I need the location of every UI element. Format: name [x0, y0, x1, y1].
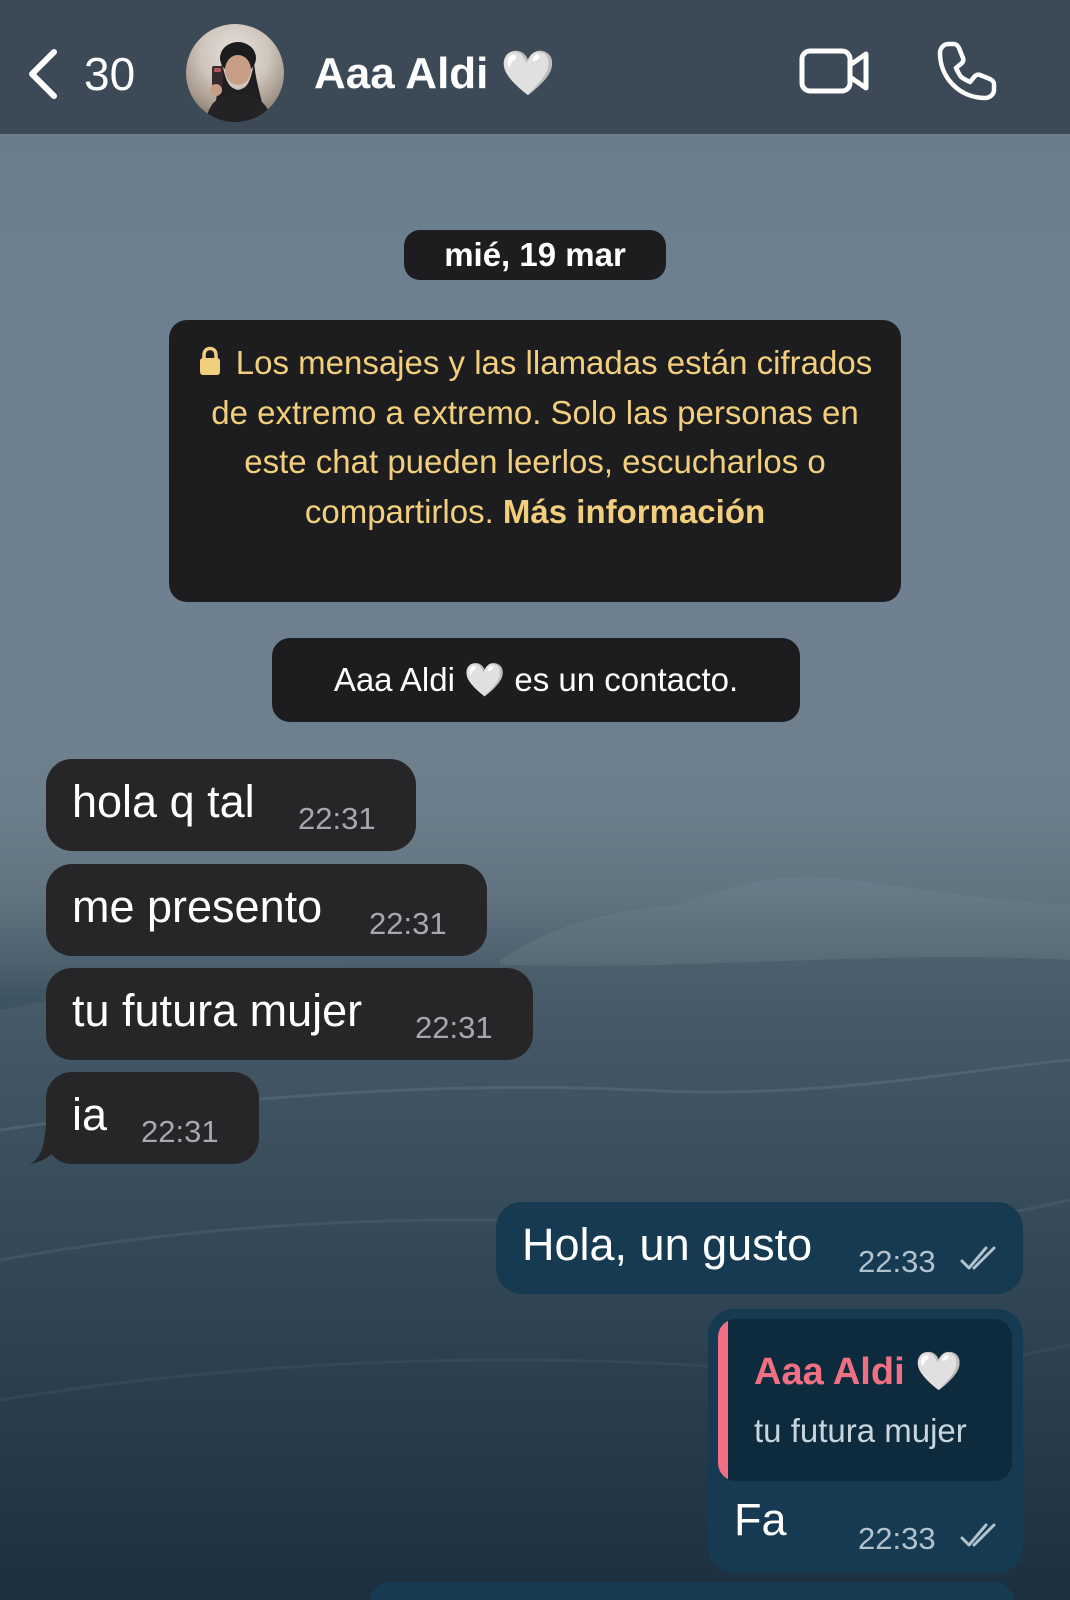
outgoing-message[interactable]: Hola, un gusto 22:33	[496, 1202, 1023, 1294]
message-time: 22:31	[415, 1010, 493, 1045]
contact-notice-name: Aaa Aldi	[333, 661, 455, 698]
incoming-message[interactable]: tu futura mujer 22:31	[46, 968, 533, 1060]
chat-screen: 30 Aaa Aldi 🤍 mié, 19 mar Los mensajes y…	[0, 0, 1070, 1600]
message-text: Hola, un gusto	[522, 1219, 813, 1270]
incoming-message[interactable]: ia 22:31	[46, 1072, 259, 1164]
contact-notice: Aaa Aldi 🤍 es un contacto.	[272, 638, 800, 722]
heart-emoji: 🤍	[915, 1351, 963, 1393]
avatar[interactable]	[186, 24, 284, 122]
contact-notice-suffix: es un contacto.	[514, 661, 739, 698]
quoted-author-name: Aaa Aldi	[754, 1351, 905, 1393]
quoted-message[interactable]: Aaa Aldi 🤍 tu futura mujer	[718, 1319, 1012, 1481]
quoted-text: tu futura mujer	[754, 1412, 967, 1449]
video-call-icon[interactable]	[798, 42, 870, 100]
chevron-left-icon[interactable]	[24, 48, 60, 100]
quoted-author: Aaa Aldi 🤍	[754, 1349, 963, 1395]
lock-icon	[199, 346, 220, 375]
message-text: hola q tal	[72, 776, 255, 827]
message-text: me presento	[72, 881, 323, 932]
outgoing-message-partial[interactable]	[370, 1582, 1014, 1600]
unread-count[interactable]: 30	[84, 46, 135, 102]
more-info-link[interactable]: Más información	[503, 493, 765, 530]
double-check-icon	[960, 1523, 996, 1547]
heart-emoji: 🤍	[500, 49, 556, 98]
outgoing-reply-message[interactable]: Aaa Aldi 🤍 tu futura mujer Fa 22:33	[708, 1309, 1023, 1573]
incoming-message[interactable]: hola q tal 22:31	[46, 759, 416, 851]
incoming-message[interactable]: me presento 22:31	[46, 864, 487, 956]
heart-emoji: 🤍	[464, 661, 506, 698]
contact-name-text: Aaa Aldi	[314, 49, 489, 98]
message-text: Fa	[734, 1494, 787, 1545]
message-time: 22:33	[858, 1521, 936, 1556]
phone-call-icon[interactable]	[934, 38, 998, 104]
quote-accent-bar	[718, 1319, 728, 1481]
double-check-icon	[960, 1246, 996, 1270]
date-separator: mié, 19 mar	[404, 230, 666, 280]
encryption-notice[interactable]: Los mensajes y las llamadas están cifrad…	[169, 320, 901, 602]
message-time: 22:31	[141, 1114, 219, 1149]
message-time: 22:31	[369, 906, 447, 941]
message-text: ia	[72, 1089, 108, 1140]
message-time: 22:31	[298, 801, 376, 836]
message-text: tu futura mujer	[72, 985, 363, 1036]
contact-name[interactable]: Aaa Aldi 🤍	[314, 46, 555, 102]
chat-header: 30 Aaa Aldi 🤍	[0, 0, 1070, 134]
message-time: 22:33	[858, 1244, 936, 1279]
